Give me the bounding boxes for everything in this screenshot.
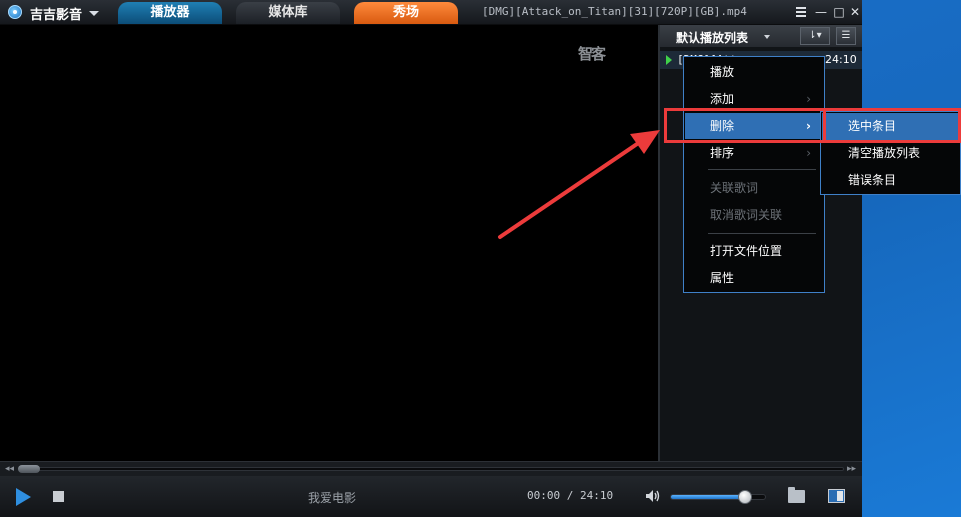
open-folder-icon[interactable] — [788, 487, 805, 503]
submenu-item-clear-playlist[interactable]: 清空播放列表 — [822, 140, 961, 167]
menu-item-label: 属性 — [710, 271, 735, 285]
volume-thumb[interactable] — [737, 490, 752, 504]
time-readout: 00:00 / 24:10 — [527, 489, 614, 502]
menu-item-link-lyrics[interactable]: 关联歌词 — [685, 175, 823, 201]
title-bar[interactable]: 吉吉影音 播放器 媒体库 秀场 [DMG][Attack_on_Titan][3… — [0, 0, 862, 25]
annotation-highlight-delete — [664, 108, 826, 143]
toggle-playlist-icon[interactable] — [828, 489, 845, 503]
playlist-chevron-down-icon[interactable] — [764, 35, 770, 39]
playlist-view-button[interactable]: ☰ — [836, 27, 856, 45]
submenu-item-error-items[interactable]: 错误条目 — [822, 167, 961, 194]
main-menu-icon[interactable] — [792, 3, 810, 21]
menu-item-unlink-lyrics[interactable]: 取消歌词关联 — [685, 202, 823, 228]
app-logo-icon[interactable] — [8, 5, 22, 19]
minimize-button[interactable]: — — [812, 3, 830, 21]
seek-back-icon[interactable]: ◂◂ — [5, 464, 14, 474]
video-watermark: 智客 — [578, 45, 606, 63]
playlist-header: 默认播放列表 ⇂▾ ☰ — [660, 25, 862, 47]
app-name[interactable]: 吉吉影音 — [30, 4, 82, 23]
now-playing-icon — [666, 55, 672, 65]
menu-divider — [708, 233, 816, 234]
seek-track[interactable] — [18, 467, 844, 471]
menu-item-open-file-location[interactable]: 打开文件位置 — [685, 238, 823, 264]
menu-item-play[interactable]: 播放 — [685, 59, 823, 85]
menu-item-label: 排序 — [710, 146, 735, 160]
seek-bar[interactable]: ◂◂ ▸▸ — [0, 461, 862, 476]
menu-divider — [708, 169, 816, 170]
play-button[interactable] — [16, 488, 31, 506]
playlist-title[interactable]: 默认播放列表 — [676, 29, 748, 46]
tab-show[interactable]: 秀场 — [354, 2, 458, 24]
menu-item-label: 关联歌词 — [710, 181, 759, 195]
close-button[interactable]: ✕ — [846, 3, 864, 21]
app-menu-chevron-down-icon[interactable] — [89, 11, 99, 16]
menu-item-label: 取消歌词关联 — [710, 208, 783, 222]
tab-player[interactable]: 播放器 — [118, 2, 222, 24]
menu-item-label: 打开文件位置 — [710, 244, 783, 258]
playlist-item-duration: 24:10 — [825, 53, 857, 66]
tab-media-library[interactable]: 媒体库 — [236, 2, 340, 24]
menu-item-label: 播放 — [710, 65, 735, 79]
menu-item-sort[interactable]: 排序 › — [685, 140, 823, 166]
stop-button[interactable] — [53, 491, 64, 502]
menu-item-label: 添加 — [710, 92, 735, 106]
current-file-title: [DMG][Attack_on_Titan][31][720P][GB].mp4 — [482, 5, 747, 18]
annotation-arrow — [498, 130, 660, 239]
seek-forward-icon[interactable]: ▸▸ — [847, 464, 856, 474]
control-bar: 我爱电影 00:00 / 24:10 — [0, 476, 862, 517]
volume-fill — [671, 495, 746, 499]
menu-item-properties[interactable]: 属性 — [685, 265, 823, 291]
chevron-right-icon: › — [806, 146, 811, 160]
playlist-sort-button[interactable]: ⇂▾ — [800, 27, 830, 45]
volume-icon[interactable] — [645, 489, 661, 503]
now-playing-text[interactable]: 我爱电影 — [308, 489, 356, 506]
annotation-highlight-selected — [821, 108, 961, 143]
seek-thumb[interactable] — [18, 465, 40, 473]
playlist-context-menu: 播放 添加 › 删除 › 排序 › 关联歌词 取消歌词关联 打开文件位置 属性 — [683, 56, 825, 293]
